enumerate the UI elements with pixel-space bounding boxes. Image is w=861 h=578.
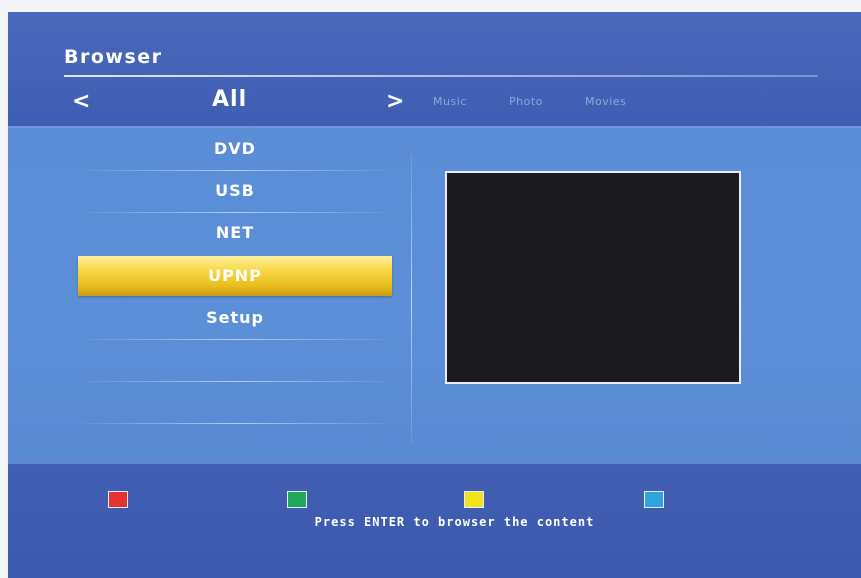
menu-item-setup[interactable]: Setup — [78, 300, 392, 336]
menu-item-usb[interactable]: USB — [78, 173, 392, 209]
filter-prev-arrow[interactable]: < — [72, 89, 90, 114]
current-filter-label: All — [212, 87, 248, 112]
yellow-function-button[interactable] — [464, 491, 484, 508]
menu-separator — [83, 381, 388, 382]
menu-item-net[interactable]: NET — [78, 215, 392, 251]
menu-separator — [83, 423, 388, 424]
preview-window — [445, 171, 741, 384]
filter-option-photo[interactable]: Photo — [509, 95, 543, 108]
title-divider — [64, 75, 818, 77]
menu-separator — [83, 170, 388, 171]
page-title: Browser — [64, 46, 163, 68]
panel-divider — [411, 154, 412, 444]
filter-option-movies[interactable]: Movies — [585, 95, 626, 108]
menu-separator — [83, 339, 388, 340]
filter-option-music[interactable]: Music — [433, 95, 467, 108]
help-hint-text: Press ENTER to browser the content — [314, 515, 595, 529]
main-panel: DVD USB NET UPNP Setup — [8, 126, 861, 464]
menu-separator — [83, 212, 388, 213]
filter-next-arrow[interactable]: > — [386, 89, 404, 114]
footer-bar: Press ENTER to browser the content — [8, 462, 861, 578]
menu-item-upnp[interactable]: UPNP — [78, 256, 392, 296]
header-bar: Browser < All > Music Photo Movies — [8, 12, 861, 126]
media-browser-screen: Browser < All > Music Photo Movies DVD U… — [8, 12, 861, 578]
green-function-button[interactable] — [287, 491, 307, 508]
red-function-button[interactable] — [108, 491, 128, 508]
blue-function-button[interactable] — [644, 491, 664, 508]
menu-item-dvd[interactable]: DVD — [78, 131, 392, 167]
